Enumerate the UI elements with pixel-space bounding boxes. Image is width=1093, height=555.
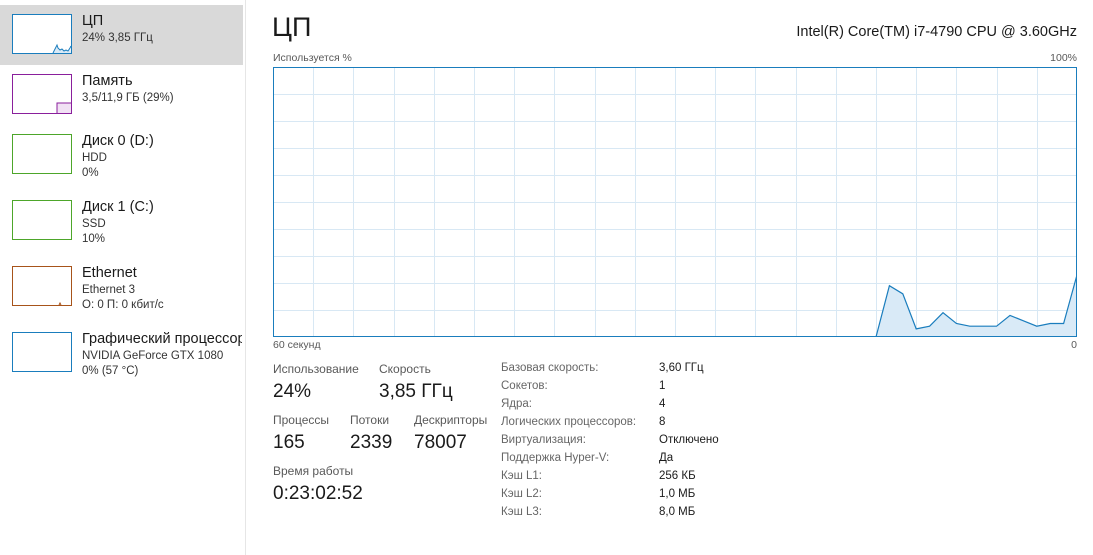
sidebar-item-label: ЦП (82, 13, 104, 29)
spec-key: Кэш L2: (501, 488, 542, 500)
spec-key: Кэш L3: (501, 506, 542, 518)
spec-value: 256 КБ (659, 470, 696, 482)
processes-value: 165 (273, 432, 305, 453)
sidebar-item-type: SSD (82, 218, 106, 230)
sidebar-item-ethernet[interactable]: Ethernet Ethernet 3 О: 0 П: 0 кбит/с (0, 260, 243, 320)
sidebar-item-detail: 10% (82, 233, 106, 245)
processes-label: Процессы (273, 413, 330, 427)
spec-value: 8,0 МБ (659, 506, 696, 518)
uptime-value: 0:23:02:52 (273, 483, 363, 504)
spec-value: 4 (659, 398, 666, 410)
sidebar-item-label: Графический процессор 0 (82, 331, 242, 347)
spec-key: Сокетов: (501, 380, 548, 392)
spec-key: Виртуализация: (501, 434, 586, 446)
threads-value: 2339 (350, 432, 393, 453)
sidebar-item-gpu[interactable]: Графический процессор 0 NVIDIA GeForce G… (0, 326, 243, 386)
utilization-value: 24% (273, 381, 312, 402)
memory-thumbnail-graph (12, 74, 72, 114)
spec-key: Поддержка Hyper-V: (501, 452, 610, 464)
spec-key: Базовая скорость: (501, 362, 599, 374)
page-title: ЦП (272, 12, 312, 42)
graph-y-max-label: 100% (1050, 52, 1077, 64)
spec-value: Да (659, 452, 674, 464)
speed-label: Скорость (379, 362, 431, 376)
graph-x-label: 60 секунд (273, 339, 321, 351)
sidebar-item-model: NVIDIA GeForce GTX 1080 (82, 350, 224, 362)
spec-key: Ядра: (501, 398, 533, 410)
sidebar-item-label: Диск 1 (C:) (82, 199, 154, 215)
spec-value: Отключено (659, 434, 719, 446)
graph-grid (273, 67, 1077, 337)
handles-value: 78007 (414, 432, 467, 453)
graph-x-min-label: 0 (1071, 339, 1077, 351)
sidebar-item-label: Ethernet (82, 265, 137, 281)
disk-0-thumbnail-graph (12, 134, 72, 174)
spec-value: 1 (659, 380, 666, 392)
spec-value: 1,0 МБ (659, 488, 696, 500)
sidebar-item-label: Диск 0 (D:) (82, 133, 154, 149)
spec-value: 8 (659, 416, 666, 428)
sidebar-item-detail: 0% (57 °C) (82, 365, 139, 377)
gpu-thumbnail-graph (12, 332, 72, 372)
sidebar-item-detail: 3,5/11,9 ГБ (29%) (82, 92, 174, 104)
sidebar-item-adapter: Ethernet 3 (82, 284, 136, 296)
spec-key: Логических процессоров: (501, 416, 637, 428)
sidebar-item-detail: 0% (82, 167, 99, 179)
spec-value: 3,60 ГГц (659, 362, 704, 374)
sidebar-item-disk-1[interactable]: Диск 1 (C:) SSD 10% (0, 194, 243, 254)
sidebar-item-type: HDD (82, 152, 107, 164)
spec-key: Кэш L1: (501, 470, 542, 482)
speed-value: 3,85 ГГц (379, 381, 453, 402)
cpu-thumbnail-graph (12, 14, 72, 54)
sidebar-item-label: Память (82, 73, 133, 89)
sidebar: ЦП 24% 3,85 ГГц Память 3,5/11,9 ГБ (29%)… (0, 0, 246, 555)
sidebar-item-memory[interactable]: Память 3,5/11,9 ГБ (29%) (0, 68, 243, 128)
cpu-model-name: Intel(R) Core(TM) i7-4790 CPU @ 3.60GHz (796, 24, 1077, 40)
threads-label: Потоки (350, 413, 390, 427)
uptime-label: Время работы (273, 464, 354, 478)
sidebar-item-detail: 24% 3,85 ГГц (82, 32, 153, 44)
ethernet-thumbnail-graph (12, 266, 72, 306)
handles-label: Дескрипторы (414, 413, 488, 427)
sidebar-item-cpu[interactable]: ЦП 24% 3,85 ГГц (0, 5, 243, 65)
disk-1-thumbnail-graph (12, 200, 72, 240)
sidebar-item-disk-0[interactable]: Диск 0 (D:) HDD 0% (0, 128, 243, 188)
utilization-label: Использование (273, 362, 359, 376)
cpu-usage-graph (273, 67, 1077, 337)
graph-y-label: Используется % (273, 52, 352, 64)
sidebar-item-detail: О: 0 П: 0 кбит/с (82, 299, 164, 311)
